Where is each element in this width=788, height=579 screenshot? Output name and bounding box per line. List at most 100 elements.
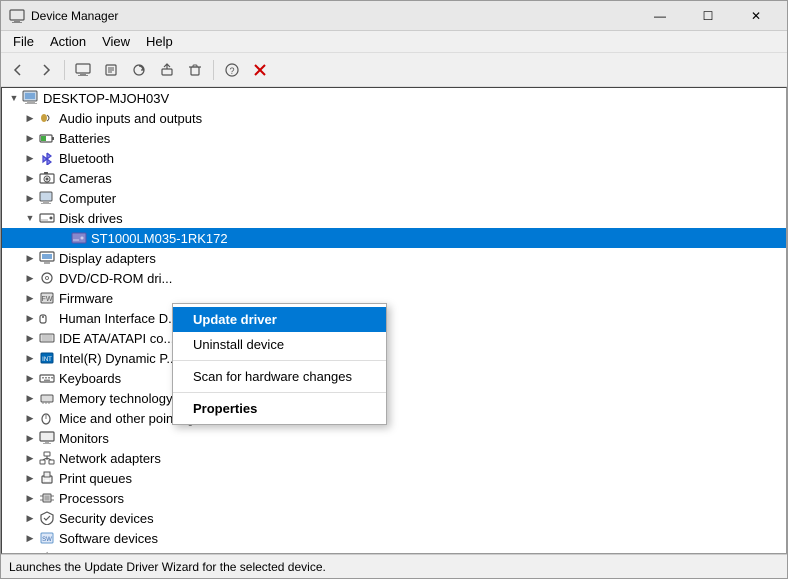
bluetooth-expand-icon[interactable]: ▶ xyxy=(22,150,38,166)
tree-item-security[interactable]: ▶ Security devices xyxy=(2,508,786,528)
tree-root[interactable]: ▼ DESKTOP-MJOH03V xyxy=(2,88,786,108)
ctx-scan-hardware[interactable]: Scan for hardware changes xyxy=(173,364,386,389)
ctx-properties[interactable]: Properties xyxy=(173,396,386,421)
intel-label: Intel(R) Dynamic P... xyxy=(59,351,177,366)
forward-button[interactable] xyxy=(33,57,59,83)
tree-item-keyboards[interactable]: ▶ Keyboards xyxy=(2,368,786,388)
tree-item-network[interactable]: ▶ Network adapters xyxy=(2,448,786,468)
software-label: Software devices xyxy=(59,531,158,546)
batteries-expand-icon[interactable]: ▶ xyxy=(22,130,38,146)
uninstall-toolbar-button[interactable] xyxy=(182,57,208,83)
network-expand-icon[interactable]: ▶ xyxy=(22,450,38,466)
remove-toolbar-button[interactable] xyxy=(247,57,273,83)
properties-toolbar-button[interactable] xyxy=(98,57,124,83)
display-icon xyxy=(38,250,56,266)
st1000-label: ST1000LM035-1RK172 xyxy=(91,231,228,246)
scan-hardware-toolbar-button[interactable] xyxy=(126,57,152,83)
tree-item-print[interactable]: ▶ Print queues xyxy=(2,468,786,488)
memory-expand-icon[interactable]: ▶ xyxy=(22,390,38,406)
computer-icon xyxy=(22,90,40,106)
tree-item-display[interactable]: ▶ Display adapters xyxy=(2,248,786,268)
tree-item-processors[interactable]: ▶ Processors xyxy=(2,488,786,508)
computer-label: Computer xyxy=(59,191,116,206)
firmware-label: Firmware xyxy=(59,291,113,306)
computer-view-button[interactable] xyxy=(70,57,96,83)
svg-text:INT: INT xyxy=(42,357,52,363)
window-controls: — ☐ ✕ xyxy=(637,1,779,31)
root-expand-icon[interactable]: ▼ xyxy=(6,90,22,106)
print-expand-icon[interactable]: ▶ xyxy=(22,470,38,486)
menu-view[interactable]: View xyxy=(94,32,138,51)
root-label: DESKTOP-MJOH03V xyxy=(43,91,169,106)
intel-expand-icon[interactable]: ▶ xyxy=(22,350,38,366)
intel-icon: INT xyxy=(38,350,56,366)
svg-text:?: ? xyxy=(229,66,234,76)
status-bar: Launches the Update Driver Wizard for th… xyxy=(1,554,787,578)
ide-label: IDE ATA/ATAPI co... xyxy=(59,331,174,346)
audio-expand-icon[interactable]: ▶ xyxy=(22,110,38,126)
tree-item-software[interactable]: ▶ SW Software devices xyxy=(2,528,786,548)
maximize-button[interactable]: ☐ xyxy=(685,1,731,31)
tree-item-dvd[interactable]: ▶ DVD/CD-ROM dri... xyxy=(2,268,786,288)
monitors-icon xyxy=(38,430,56,446)
ctx-uninstall-device[interactable]: Uninstall device xyxy=(173,332,386,357)
display-label: Display adapters xyxy=(59,251,156,266)
display-expand-icon[interactable]: ▶ xyxy=(22,250,38,266)
tree-item-intel[interactable]: ▶ INT Intel(R) Dynamic P... xyxy=(2,348,786,368)
tree-item-bluetooth[interactable]: ▶ Bluetooth xyxy=(2,148,786,168)
dvd-expand-icon[interactable]: ▶ xyxy=(22,270,38,286)
tree-item-audio[interactable]: ▶ Audio inputs and outputs xyxy=(2,108,786,128)
update-driver-toolbar-button[interactable] xyxy=(154,57,180,83)
device-tree[interactable]: ▼ DESKTOP-MJOH03V ▶ xyxy=(1,87,787,554)
svg-text:FW: FW xyxy=(42,296,53,303)
help-toolbar-button[interactable]: ? xyxy=(219,57,245,83)
keyboards-expand-icon[interactable]: ▶ xyxy=(22,370,38,386)
tree-item-computer[interactable]: ▶ Computer xyxy=(2,188,786,208)
ctx-update-driver[interactable]: Update driver xyxy=(173,307,386,332)
ide-icon xyxy=(38,330,56,346)
security-label: Security devices xyxy=(59,511,154,526)
minimize-button[interactable]: — xyxy=(637,1,683,31)
disk-drives-expand-icon[interactable]: ▼ xyxy=(22,210,38,226)
st1000-icon xyxy=(70,230,88,246)
tree-item-sound[interactable]: ▶ Sound, video and game controllers xyxy=(2,548,786,554)
processors-label: Processors xyxy=(59,491,124,506)
status-text: Launches the Update Driver Wizard for th… xyxy=(9,560,326,574)
human-expand-icon[interactable]: ▶ xyxy=(22,310,38,326)
tree-item-human[interactable]: ▶ Human Interface D... xyxy=(2,308,786,328)
window-icon xyxy=(9,8,25,24)
menu-file[interactable]: File xyxy=(5,32,42,51)
menu-action[interactable]: Action xyxy=(42,32,94,51)
security-expand-icon[interactable]: ▶ xyxy=(22,510,38,526)
tree-item-cameras[interactable]: ▶ Cameras xyxy=(2,168,786,188)
toolbar-separator-1 xyxy=(64,60,65,80)
batteries-label: Batteries xyxy=(59,131,110,146)
dvd-icon xyxy=(38,270,56,286)
back-button[interactable] xyxy=(5,57,31,83)
close-button[interactable]: ✕ xyxy=(733,1,779,31)
content-area: ▼ DESKTOP-MJOH03V ▶ xyxy=(1,87,787,554)
software-expand-icon[interactable]: ▶ xyxy=(22,530,38,546)
tree-item-batteries[interactable]: ▶ Batteries xyxy=(2,128,786,148)
ide-expand-icon[interactable]: ▶ xyxy=(22,330,38,346)
computer-expand-icon[interactable]: ▶ xyxy=(22,190,38,206)
toolbar-separator-2 xyxy=(213,60,214,80)
firmware-expand-icon[interactable]: ▶ xyxy=(22,290,38,306)
mice-icon xyxy=(38,410,56,426)
tree-item-memory[interactable]: ▶ Memory technology devices xyxy=(2,388,786,408)
tree-item-monitors[interactable]: ▶ Monitors xyxy=(2,428,786,448)
sound-expand-icon[interactable]: ▶ xyxy=(22,550,38,554)
bluetooth-label: Bluetooth xyxy=(59,151,114,166)
cameras-expand-icon[interactable]: ▶ xyxy=(22,170,38,186)
tree-item-disk-drives[interactable]: ▼ Disk drives xyxy=(2,208,786,228)
processors-expand-icon[interactable]: ▶ xyxy=(22,490,38,506)
security-icon xyxy=(38,510,56,526)
mice-expand-icon[interactable]: ▶ xyxy=(22,410,38,426)
context-menu: Update driver Uninstall device Scan for … xyxy=(172,303,387,425)
tree-item-ide[interactable]: ▶ IDE ATA/ATAPI co... xyxy=(2,328,786,348)
tree-item-st1000[interactable]: ST1000LM035-1RK172 xyxy=(2,228,786,248)
tree-item-firmware[interactable]: ▶ FW Firmware xyxy=(2,288,786,308)
tree-item-mice[interactable]: ▶ Mice and other pointing devices xyxy=(2,408,786,428)
monitors-expand-icon[interactable]: ▶ xyxy=(22,430,38,446)
menu-help[interactable]: Help xyxy=(138,32,181,51)
